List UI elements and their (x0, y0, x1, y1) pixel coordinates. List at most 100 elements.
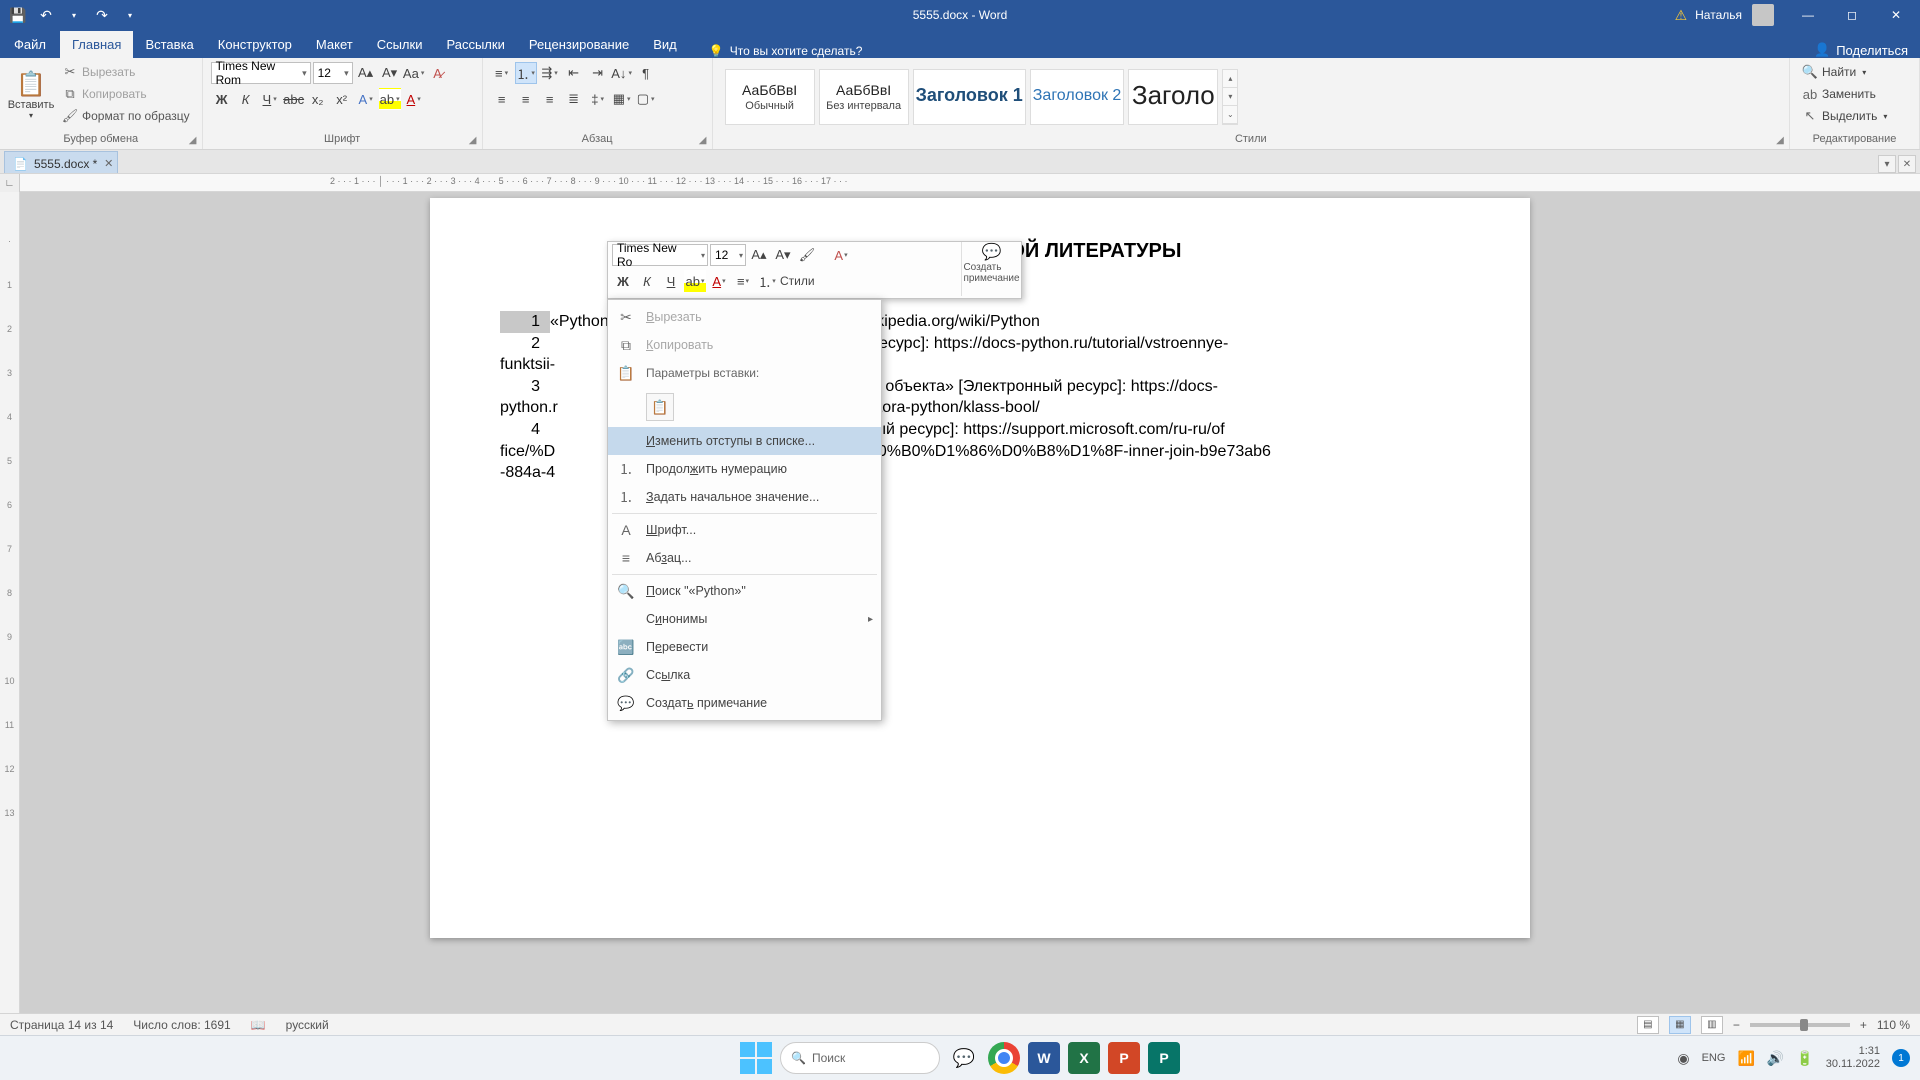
clipboard-launcher[interactable]: ◢ (187, 134, 199, 146)
ctx-paragraph[interactable]: ≡Абзац... (608, 544, 881, 572)
ctx-synonyms[interactable]: Синонимы▸ (608, 605, 881, 633)
tab-mailings[interactable]: Рассылки (434, 31, 516, 58)
maximize-button[interactable]: ◻ (1832, 0, 1872, 30)
view-print-layout[interactable]: ▦ (1669, 1016, 1691, 1034)
style-nospacing[interactable]: АаБбВвІБез интервала (819, 69, 909, 125)
tab-layout[interactable]: Макет (304, 31, 365, 58)
tab-insert[interactable]: Вставка (133, 31, 205, 58)
status-words[interactable]: Число слов: 1691 (133, 1018, 230, 1032)
borders-button[interactable]: ▢ (635, 88, 657, 110)
font-name-combo[interactable]: Times New Rom (211, 62, 311, 84)
mini-underline[interactable]: Ч (660, 270, 682, 292)
justify-button[interactable]: ≣ (563, 88, 585, 110)
document-page[interactable]: СПИСОК ИСПОЛЬЗУЕМОЙ ЛИТЕРАТУРЫ 1«Python»… (430, 198, 1530, 938)
paste-keep-source[interactable]: 📋 (646, 393, 674, 421)
wifi-icon[interactable]: 📶 (1737, 1050, 1754, 1067)
notifications-icon[interactable]: 1 (1892, 1049, 1910, 1067)
taskbar-word[interactable]: W (1028, 1042, 1060, 1074)
show-marks-button[interactable]: ¶ (635, 62, 657, 84)
steam-icon[interactable]: ◉ (1677, 1050, 1689, 1067)
tab-file[interactable]: Файл (0, 31, 60, 58)
ctx-continue-numbering[interactable]: ⒈Продолжить нумерацию (608, 455, 881, 483)
view-web-layout[interactable]: ▥ (1701, 1016, 1723, 1034)
mini-styles-label[interactable]: Стили (780, 270, 815, 292)
ctx-link[interactable]: 🔗Ссылка (608, 661, 881, 689)
qat-customize-icon[interactable]: ▾ (120, 5, 140, 25)
start-button[interactable] (740, 1042, 772, 1074)
mini-numbering[interactable]: ⒈ (756, 270, 778, 292)
underline-button[interactable]: Ч (259, 88, 281, 110)
close-button[interactable]: ✕ (1876, 0, 1916, 30)
strike-button[interactable]: abc (283, 88, 305, 110)
ruler-corner[interactable]: ∟ (0, 174, 20, 192)
sort-button[interactable]: A↓ (611, 62, 633, 84)
highlight-button[interactable]: ab (379, 88, 401, 110)
ctx-create-comment[interactable]: 💬Создать примечание (608, 689, 881, 717)
tab-design[interactable]: Конструктор (206, 31, 304, 58)
change-case-button[interactable]: Aa (403, 62, 425, 84)
tell-me-search[interactable]: 💡 Что вы хотите сделать? (709, 44, 863, 58)
battery-icon[interactable]: 🔋 (1796, 1050, 1813, 1067)
numbering-button[interactable]: ⒈ (515, 62, 537, 84)
ctx-font[interactable]: AШрифт... (608, 516, 881, 544)
replace-button[interactable]: abЗаменить (1798, 84, 1880, 104)
cut-button[interactable]: ✂Вырезать (58, 62, 194, 82)
view-read-mode[interactable]: ▤ (1637, 1016, 1659, 1034)
volume-icon[interactable]: 🔊 (1767, 1050, 1784, 1067)
mini-shrink-font[interactable]: A▾ (772, 244, 794, 266)
decrease-indent-button[interactable]: ⇤ (563, 62, 585, 84)
ctx-adjust-indents[interactable]: Изменить отступы в списке... (608, 427, 881, 455)
mini-font-combo[interactable]: Times New Ro (612, 244, 708, 266)
text-effects-button[interactable]: A (355, 88, 377, 110)
tab-references[interactable]: Ссылки (365, 31, 435, 58)
mini-format-painter[interactable]: 🖌 (796, 244, 818, 266)
multilevel-button[interactable]: ⇶ (539, 62, 561, 84)
save-icon[interactable]: 💾 (8, 5, 28, 25)
doctab-close-all[interactable]: ✕ (1898, 155, 1916, 173)
status-lang[interactable]: русский (286, 1018, 329, 1032)
find-button[interactable]: 🔍Найти▾ (1798, 62, 1870, 82)
style-normal[interactable]: АаБбВвІОбычный (725, 69, 815, 125)
font-size-combo[interactable]: 12 (313, 62, 353, 84)
paste-button[interactable]: 📋 Вставить ▾ (8, 62, 54, 128)
zoom-out-button[interactable]: − (1733, 1018, 1740, 1032)
align-center-button[interactable]: ≡ (515, 88, 537, 110)
paragraph-launcher[interactable]: ◢ (697, 134, 709, 146)
redo-icon[interactable]: ↷ (92, 5, 112, 25)
mini-fontcolor[interactable]: A (708, 270, 730, 292)
mini-highlight[interactable]: ab (684, 270, 706, 292)
shading-button[interactable]: ▦ (611, 88, 633, 110)
avatar[interactable] (1752, 4, 1774, 26)
taskbar-publisher[interactable]: P (1148, 1042, 1180, 1074)
subscript-button[interactable]: x₂ (307, 88, 329, 110)
taskbar-clock[interactable]: 1:31 30.11.2022 (1826, 1045, 1880, 1071)
tab-review[interactable]: Рецензирование (517, 31, 641, 58)
font-launcher[interactable]: ◢ (467, 134, 479, 146)
shrink-font-button[interactable]: A▾ (379, 62, 401, 84)
taskbar-lang[interactable]: ENG (1702, 1052, 1726, 1064)
doctab-close-icon[interactable]: ✕ (104, 157, 113, 170)
vertical-ruler[interactable]: ·12345678910111213 (0, 192, 20, 1045)
undo-icon[interactable]: ↶ (36, 5, 56, 25)
doctab-5555[interactable]: 📄 5555.docx * ✕ (4, 151, 118, 173)
taskbar-chat[interactable]: 💬 (948, 1042, 980, 1074)
qat-dropdown-icon[interactable]: ▾ (64, 5, 84, 25)
mini-styles-button[interactable]: A (830, 244, 852, 266)
user-name[interactable]: Наталья (1695, 8, 1742, 22)
ctx-copy[interactable]: ⧉Копировать (608, 331, 881, 359)
status-page[interactable]: Страница 14 из 14 (10, 1018, 113, 1032)
italic-button[interactable]: К (235, 88, 257, 110)
increase-indent-button[interactable]: ⇥ (587, 62, 609, 84)
taskbar-search[interactable]: 🔍Поиск (780, 1042, 940, 1074)
styles-launcher[interactable]: ◢ (1774, 134, 1786, 146)
warning-icon[interactable]: ⚠ (1675, 7, 1688, 24)
tab-view[interactable]: Вид (641, 31, 689, 58)
horizontal-ruler[interactable]: 2 · · · 1 · · · │ · · · 1 · · · 2 · · · … (20, 174, 1920, 191)
align-left-button[interactable]: ≡ (491, 88, 513, 110)
ctx-translate[interactable]: 🔤Перевести (608, 633, 881, 661)
ctx-set-start[interactable]: ⒈Задать начальное значение... (608, 483, 881, 511)
bullets-button[interactable]: ≡ (491, 62, 513, 84)
zoom-in-button[interactable]: + (1860, 1018, 1867, 1032)
copy-button[interactable]: ⧉Копировать (58, 84, 194, 104)
format-painter-button[interactable]: 🖌Формат по образцу (58, 106, 194, 126)
